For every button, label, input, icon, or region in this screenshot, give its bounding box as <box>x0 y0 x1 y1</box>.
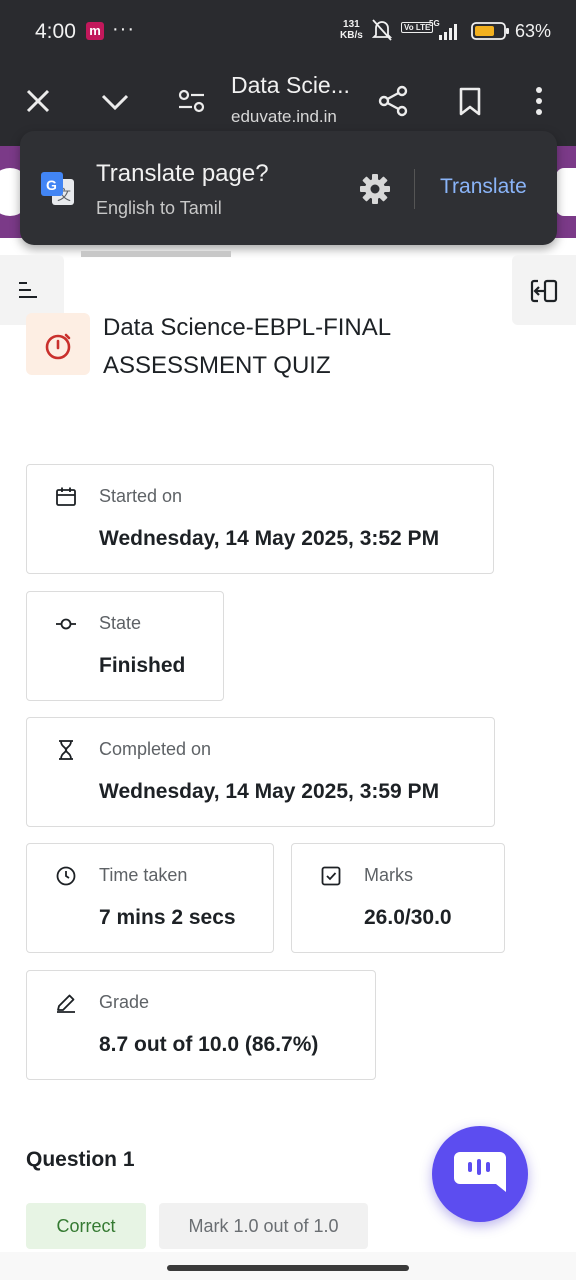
gear-icon[interactable] <box>357 171 393 207</box>
app-notification-icon: m <box>86 22 104 40</box>
signal-icon: 5G <box>429 19 457 40</box>
completed-on-value: Wednesday, 14 May 2025, 3:59 PM <box>99 780 440 803</box>
drawer-open-icon <box>530 279 558 303</box>
more-vert-icon[interactable] <box>522 84 556 118</box>
battery-percent: 63% <box>515 21 552 41</box>
state-icon <box>56 618 76 630</box>
completed-on-label: Completed on <box>99 739 212 759</box>
block-drawer-toggle[interactable] <box>512 255 576 325</box>
state-label: State <box>99 613 142 633</box>
started-on-card: Started on Wednesday, 14 May 2025, 3:52 … <box>26 464 494 574</box>
state-value: Finished <box>99 654 186 677</box>
network-speed-value: 131 <box>343 19 360 30</box>
pencil-icon <box>57 994 75 1013</box>
grade-value: 8.7 out of 10.0 (86.7%) <box>99 1033 319 1056</box>
more-notifications-icon: ··· <box>112 18 135 40</box>
question-mark-badge: Mark 1.0 out of 1.0 <box>159 1203 368 1249</box>
bookmark-icon[interactable] <box>453 84 487 118</box>
page-title-tab[interactable]: Data Scie... <box>231 72 350 99</box>
share-icon[interactable] <box>376 84 410 118</box>
completed-on-card: Completed on Wednesday, 14 May 2025, 3:5… <box>26 717 495 827</box>
calendar-icon <box>56 487 76 506</box>
network-type: 5G <box>429 19 440 28</box>
chat-bubble-icon <box>454 1152 506 1192</box>
site-header-right-control <box>556 168 576 216</box>
status-bar: 4:00 m ··· 131 KB/s Vo LTE 5G 63% <box>0 0 576 62</box>
chat-assistant-button[interactable] <box>432 1126 528 1222</box>
question-title: Question 1 <box>26 1148 135 1171</box>
marks-label: Marks <box>364 865 413 885</box>
time-taken-label: Time taken <box>99 865 188 885</box>
clock-icon <box>56 866 76 886</box>
scroll-indicator <box>81 251 231 257</box>
hourglass-icon <box>59 740 73 760</box>
state-card: State Finished <box>26 591 224 701</box>
screen: 4:00 m ··· 131 KB/s Vo LTE 5G 63% Data S… <box>0 0 576 1280</box>
list-indent-icon <box>19 282 37 298</box>
translate-title: Translate page? <box>96 160 269 187</box>
question-status-badge: Correct <box>26 1203 146 1249</box>
stopwatch-icon <box>45 333 71 360</box>
chevron-down-icon[interactable] <box>98 84 132 118</box>
started-on-label: Started on <box>99 486 183 506</box>
close-icon[interactable] <box>21 84 55 118</box>
translate-button[interactable]: Translate <box>440 175 527 199</box>
page-title: Data Science-EBPL-FINAL ASSESSMENT QUIZ <box>103 314 391 379</box>
network-speed: 131 KB/s <box>340 19 363 41</box>
svg-text:G: G <box>46 177 57 193</box>
translate-divider <box>414 169 415 209</box>
status-time: 4:00 <box>35 20 76 43</box>
network-speed-unit: KB/s <box>340 30 363 41</box>
home-gesture-handle[interactable] <box>167 1265 409 1271</box>
started-on-value: Wednesday, 14 May 2025, 3:52 PM <box>99 527 440 550</box>
translate-popup: 文 G Translate page? English to Tamil Tra… <box>20 131 557 245</box>
bell-off-icon <box>371 19 393 41</box>
battery-icon <box>471 22 509 40</box>
translate-languages: English to Tamil <box>96 198 222 218</box>
time-taken-card: Time taken 7 mins 2 secs <box>26 843 274 953</box>
grade-card: Grade 8.7 out of 10.0 (86.7%) <box>26 970 376 1080</box>
time-taken-value: 7 mins 2 secs <box>99 906 236 929</box>
grade-label: Grade <box>99 992 150 1012</box>
marks-value: 26.0/30.0 <box>364 906 452 929</box>
page-controls-icon[interactable] <box>175 84 209 118</box>
checkbox-icon <box>321 866 341 886</box>
marks-card: Marks 26.0/30.0 <box>291 843 505 953</box>
quiz-icon-box <box>26 313 90 375</box>
page-url[interactable]: eduvate.ind.in <box>231 107 337 127</box>
google-translate-icon: 文 G <box>41 172 74 205</box>
